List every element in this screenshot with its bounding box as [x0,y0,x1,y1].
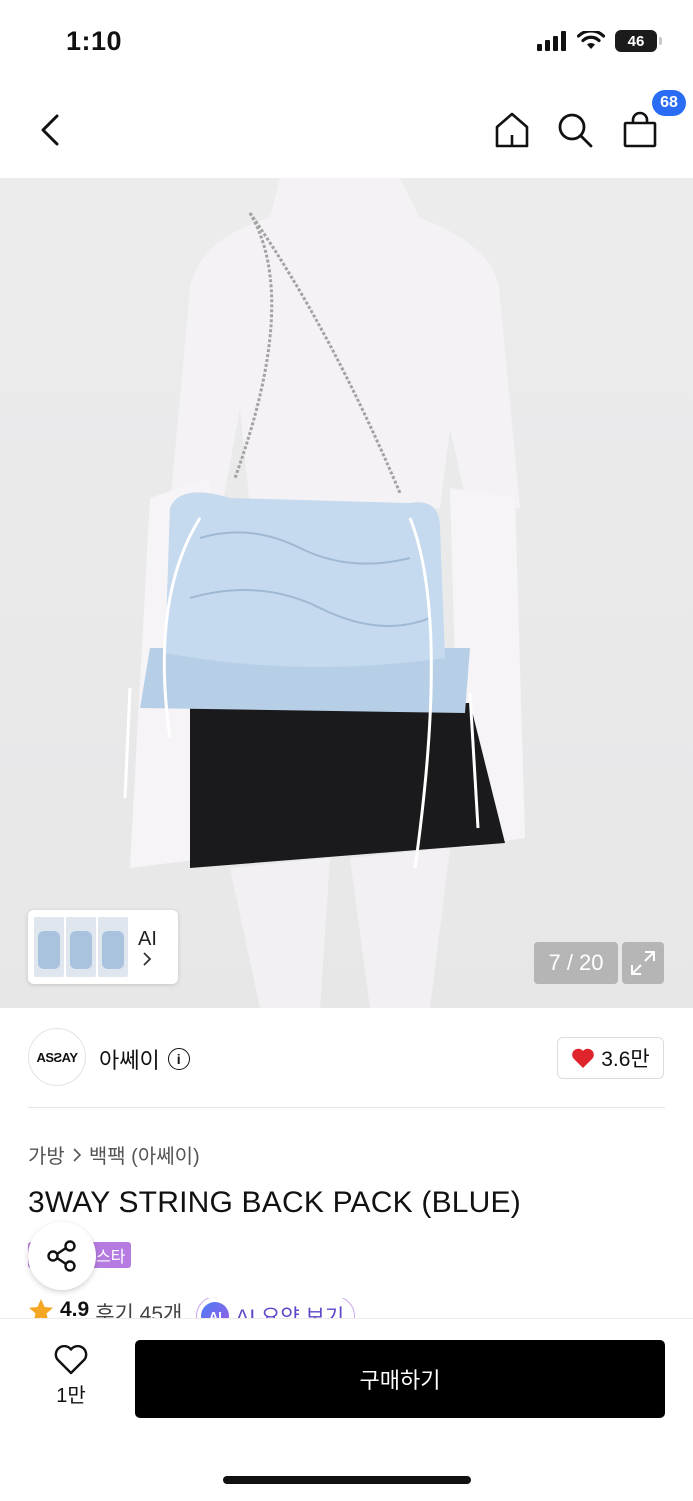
cart-button[interactable]: 68 [616,90,686,154]
ai-thumbnail-link[interactable]: AI [138,927,157,967]
rating-row[interactable]: 4.9 후기 45개 AI AI 요약 보기 [28,1298,356,1320]
chevron-right-icon [73,1147,81,1162]
rating-value: 4.9 [60,1298,90,1320]
ai-summary-button[interactable]: AI AI 요약 보기 [196,1298,356,1320]
heart-outline-icon [54,1345,88,1375]
share-button[interactable] [28,1222,96,1290]
chevron-left-icon [41,114,59,146]
thumbnail-2[interactable] [66,917,96,977]
signal-icon [537,31,566,51]
review-count[interactable]: 후기 45개 [95,1298,182,1320]
shopping-bag-icon [623,111,657,148]
brand-like-count: 3.6만 [601,1048,650,1071]
share-icon [47,1240,76,1272]
status-icons: 46 [537,30,662,52]
breadcrumb: 가방 백팩 (아쎄이) [28,1140,200,1169]
buy-button[interactable]: 구매하기 [135,1340,665,1418]
heart-filled-icon [572,1048,595,1068]
product-photo [123,178,525,1008]
product-image[interactable] [0,178,693,1008]
expand-icon [631,951,655,975]
back-button[interactable] [26,106,74,154]
breadcrumb-category[interactable]: 가방 [28,1140,65,1169]
ai-label: AI [138,928,157,950]
expand-button[interactable] [622,942,664,984]
image-counter: 7 / 20 [534,942,618,984]
cart-count-badge: 68 [652,90,686,116]
search-icon [558,113,593,148]
chevron-right-icon [143,952,152,966]
divider [28,1107,665,1108]
thumbnail-1[interactable] [34,917,64,977]
info-icon[interactable]: i [167,1048,190,1070]
star-icon [29,1299,53,1320]
search-button[interactable] [551,106,599,154]
home-button[interactable] [488,106,536,154]
brand-name: 아쎄이 [99,1048,160,1073]
brand-link[interactable]: 아쎄이 i [99,1043,190,1075]
status-time: 1:10 [66,26,123,56]
battery-indicator: 46 [615,30,662,52]
breadcrumb-subcategory[interactable]: 백팩 (아쎄이) [89,1140,200,1169]
wishlist-button[interactable]: 1만 [38,1345,104,1408]
home-indicator [223,1476,471,1484]
brand-logo[interactable]: ASƧAY [28,1028,86,1086]
product-title: 3WAY STRING BACK PACK (BLUE) [28,1186,521,1219]
home-icon [495,112,529,148]
brand-like-button[interactable]: 3.6만 [557,1037,664,1079]
thumbnail-3[interactable] [98,917,128,977]
wifi-icon [577,31,605,49]
wishlist-count: 1만 [56,1385,86,1407]
thumbnail-strip[interactable]: AI [28,910,178,984]
